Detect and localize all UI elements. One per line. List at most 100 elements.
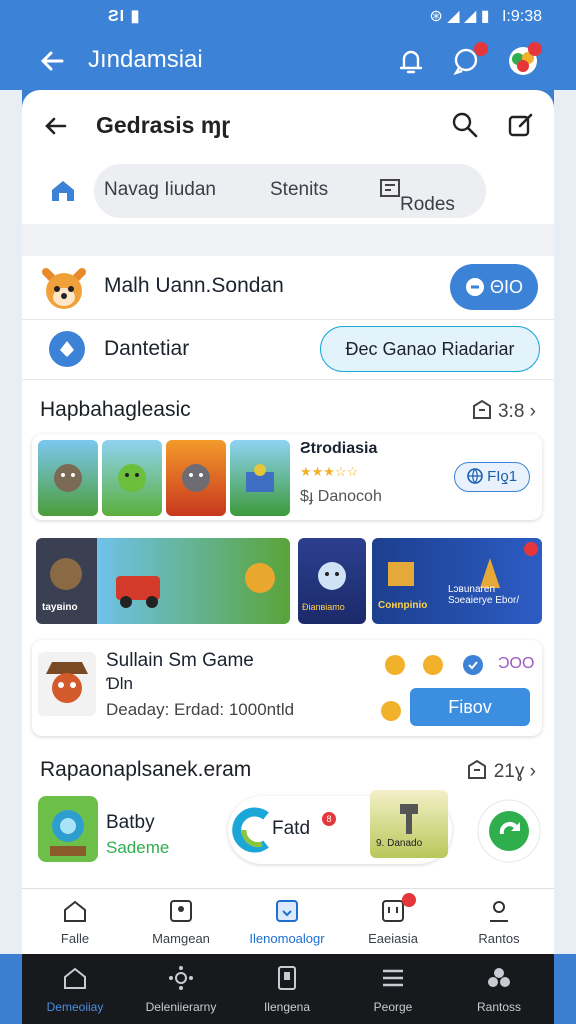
toast-tile: 9. Danado: [370, 790, 448, 858]
home-icon: [64, 900, 86, 922]
item-sub: Sademe: [106, 838, 170, 857]
game-detail: Deaday: Erdad: 1000ntld: [106, 700, 295, 719]
section-gap: [22, 224, 554, 256]
chip-0[interactable]: Navag Iiudan: [104, 179, 216, 201]
sys-home-icon: [64, 967, 86, 989]
sysnav-item-1[interactable]: Deleniierarny: [128, 954, 234, 1024]
sys-settings-icon: [169, 966, 193, 990]
sysnav-label-4: Rantoss: [476, 1000, 522, 1014]
globe-icon: [467, 468, 483, 484]
info-row[interactable]: Dantetiar Ɖec Ganao Riadariar: [22, 320, 554, 380]
sysnav-label-2: Ilengena: [263, 1000, 311, 1014]
game-avatar-icon: [38, 652, 96, 716]
sub-header: Gedrasis ɱɽ: [22, 90, 554, 162]
nav-badge: [402, 893, 416, 907]
banner-3[interactable]: Coнnpinio Lɔʙunaren Sɔeaierye Ebor/: [372, 538, 542, 624]
section1-title: Hapbahagleasic: [40, 398, 191, 421]
emoji-icon-1: [385, 655, 405, 675]
nav-item-2[interactable]: Ilenomoalogr: [234, 889, 340, 955]
app-logo-icon: [232, 807, 269, 853]
toast-badge: 8: [322, 812, 336, 826]
section2-meta[interactable]: 21ɣ ›: [466, 759, 536, 783]
nav-item-4[interactable]: Rantos: [446, 889, 552, 955]
nav-item-3[interactable]: Eaeiasia: [340, 889, 446, 955]
check-icon: [463, 655, 483, 675]
thumb-2: [102, 440, 162, 516]
right-gutter: [554, 90, 576, 954]
app-bar: Jındamsiai: [0, 32, 576, 90]
package-icon: [276, 900, 298, 922]
nav-label-3: Eaeiasia: [368, 931, 418, 946]
back-arrow-icon[interactable]: [36, 44, 70, 78]
nav-label-0: Falle: [60, 931, 90, 946]
nav-item-1[interactable]: Mamgean: [128, 889, 234, 955]
bell-icon[interactable]: [394, 44, 428, 78]
game-button[interactable]: Fiʙov: [410, 688, 530, 726]
section1-meta[interactable]: 3:8 ›: [471, 399, 536, 423]
sysnav-item-0[interactable]: Demeoiiay: [22, 954, 128, 1024]
section2-title: Rapaonaplsanek.eram: [40, 758, 252, 781]
account-name: Malh Uann.Sondan: [104, 274, 284, 297]
banner-3-art: [388, 558, 500, 588]
list-icon: [380, 179, 400, 197]
fab-refresh-button[interactable]: [476, 798, 542, 864]
chip-2[interactable]: Rodes: [380, 179, 455, 215]
thumb-1: [38, 440, 98, 516]
box-icon-2: [468, 759, 487, 779]
toast-card[interactable]: Fatd 8 9. Danado: [228, 790, 452, 864]
sys-card-icon: [278, 966, 296, 990]
game-card[interactable]: Sullain Sm Game Ɗln Deaday: Erdad: 1000n…: [32, 640, 542, 736]
game-title: Sullain Sm Game: [106, 650, 254, 671]
sys-people-icon: [488, 968, 510, 987]
doc-icon: [170, 900, 192, 922]
section2-count: 21ɣ: [493, 761, 525, 782]
bottom-nav: Falle Mamgean Ilenomoalogr Eaeiasia Rant…: [22, 888, 554, 954]
status-icons: ⊛ ◢ ◢ ▮: [429, 8, 490, 25]
avatar-badge: [528, 42, 542, 56]
nav-label-1: Mamgean: [152, 931, 210, 946]
toast-label: Fatd: [272, 818, 311, 839]
edit-icon[interactable]: [506, 110, 536, 140]
main-panel: Gedrasis ɱɽ Navag Iiudan Stenits Rodes M…: [22, 90, 554, 954]
game-subtitle: Ɗln: [106, 674, 133, 693]
chat-badge: [474, 42, 488, 56]
status-time: Ι:9:38: [501, 8, 542, 25]
section1-count: 3:8: [497, 401, 525, 422]
sysnav-item-3[interactable]: Peorge: [340, 954, 446, 1024]
avatar-button[interactable]: [506, 42, 542, 78]
item-name: Batby: [106, 812, 155, 833]
emoji-icon-2: [423, 655, 443, 675]
feature-title: Ƨtrodiasia: [300, 440, 378, 457]
feature-price: $ɟ Danocoh: [300, 488, 382, 505]
feature-card[interactable]: Ƨtrodiasia ★★★☆☆ $ɟ Danocoh FIƍ1: [32, 434, 542, 520]
sys-menu-icon: [383, 969, 403, 987]
feature-button[interactable]: FIƍ1: [454, 462, 530, 492]
app-title: Jındamsiai: [88, 46, 203, 73]
chip-1[interactable]: Stenits: [270, 179, 328, 201]
home-chip-icon[interactable]: [48, 176, 78, 206]
sub-title: Gedrasis ɱɽ: [96, 112, 231, 138]
info-button[interactable]: Ɖec Ganao Riadariar: [320, 326, 540, 372]
back-icon[interactable]: [40, 110, 72, 142]
status-left: ƧI ▮: [108, 8, 141, 25]
banner-2[interactable]: Ɖianʙiamo: [298, 538, 366, 624]
item-icon[interactable]: [38, 796, 98, 862]
diamond-icon: [49, 331, 85, 367]
feature-rating: ★★★☆☆: [300, 464, 359, 479]
account-button[interactable]: ΘΙΟ: [450, 264, 538, 310]
banner-1[interactable]: tayʙino: [36, 538, 290, 624]
banner-2-caption: Ɖianʙiamo: [302, 602, 345, 612]
sysnav-item-2[interactable]: Ilengena: [234, 954, 340, 1024]
account-row[interactable]: Malh Uann.Sondan ΘΙΟ: [22, 256, 554, 320]
tile-caption: 9. Danado: [376, 838, 423, 849]
sysnav-item-4[interactable]: Rantoss: [446, 954, 552, 1024]
search-icon[interactable]: [450, 110, 480, 140]
info-label: Dantetiar: [104, 337, 190, 360]
nav-item-0[interactable]: Falle: [22, 889, 128, 955]
sysnav-label-0: Demeoiiay: [46, 1000, 104, 1014]
filter-chips: Navag Iiudan Stenits Rodes: [94, 164, 486, 218]
chat-button[interactable]: [450, 42, 488, 78]
status-right: ⊛ ◢ ◢ ▮ Ι:9:38: [429, 6, 542, 26]
nav-label-4: Rantos: [478, 931, 520, 946]
sysnav-label-3: Peorge: [373, 1000, 413, 1014]
